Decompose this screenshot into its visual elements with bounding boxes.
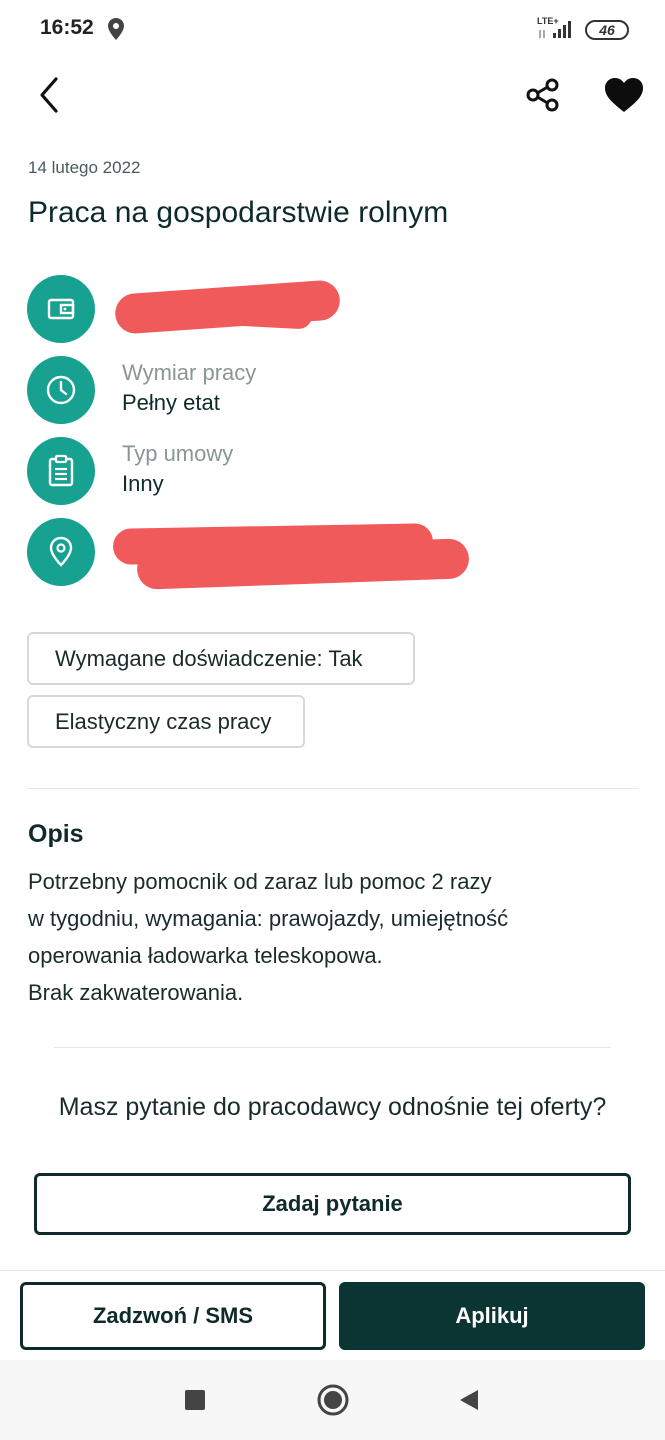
work-time-row: Wymiar pracy Pełny etat xyxy=(27,356,627,424)
clock-icon-circle xyxy=(27,356,95,424)
status-bar: 16:52 LTE+ 46 xyxy=(0,0,665,60)
call-sms-button[interactable]: Zadzwoń / SMS xyxy=(20,1282,326,1350)
ask-question-button[interactable]: Zadaj pytanie xyxy=(34,1173,631,1235)
job-title: Praca na gospodarstwie rolnym xyxy=(28,196,449,229)
description-line: w tygodniu, wymagania: prawojazdy, umiej… xyxy=(28,906,509,931)
description-line: Potrzebny pomocnik od zaraz lub pomoc 2 … xyxy=(28,869,492,894)
description-line: Brak zakwaterowania. xyxy=(28,980,244,1005)
apply-button[interactable]: Aplikuj xyxy=(339,1282,645,1350)
status-time: 16:52 xyxy=(40,16,94,39)
posting-date: 14 lutego 2022 xyxy=(28,158,141,177)
home-button[interactable] xyxy=(313,1380,353,1420)
wallet-icon xyxy=(47,298,75,320)
home-circle-icon xyxy=(317,1384,349,1416)
triangle-back-icon xyxy=(460,1390,478,1410)
battery-indicator: 46 xyxy=(585,20,629,40)
section-divider xyxy=(27,788,639,789)
employer-question-prompt: Masz pytanie do pracodawcy odnośnie tej … xyxy=(58,1093,607,1121)
contract-type-value: Inny xyxy=(122,471,164,496)
recent-apps-button[interactable] xyxy=(176,1382,214,1418)
experience-tag: Wymagane doświadczenie: Tak xyxy=(27,632,415,685)
favorite-button[interactable] xyxy=(598,70,650,120)
contract-type-row: Typ umowy Inny xyxy=(27,437,627,505)
location-row xyxy=(27,518,627,590)
call-sms-label: Zadzwoń / SMS xyxy=(92,1303,254,1328)
flexible-hours-tag: Elastyczny czas pracy xyxy=(27,695,305,748)
signal-icon: LTE+ xyxy=(537,16,579,41)
description-title: Opis xyxy=(28,820,84,848)
clipboard-icon xyxy=(48,454,74,487)
location-pin-icon xyxy=(49,536,73,567)
share-icon xyxy=(526,78,559,112)
salary-row xyxy=(27,275,627,343)
description-line: operowania ładowarka teleskopowa. xyxy=(28,943,383,968)
work-time-value: Pełny etat xyxy=(122,390,220,415)
wallet-icon-circle xyxy=(27,275,95,343)
location-icon-circle xyxy=(27,518,95,586)
chevron-left-icon xyxy=(40,77,58,113)
share-button[interactable] xyxy=(518,70,568,120)
apply-label: Aplikuj xyxy=(455,1303,529,1328)
square-icon xyxy=(185,1390,205,1410)
heart-icon xyxy=(605,78,643,112)
back-button[interactable] xyxy=(24,70,74,120)
clipboard-icon-circle xyxy=(27,437,95,505)
question-divider xyxy=(54,1047,611,1048)
back-nav-button[interactable] xyxy=(452,1382,486,1418)
contract-type-label: Typ umowy xyxy=(122,441,234,466)
flexible-hours-tag-label: Elastyczny czas pracy xyxy=(55,708,272,734)
work-time-label: Wymiar pracy xyxy=(122,360,257,385)
location-status-icon xyxy=(106,17,126,41)
experience-tag-label: Wymagane doświadczenie: Tak xyxy=(55,645,363,671)
ask-question-label: Zadaj pytanie xyxy=(262,1191,403,1216)
clock-icon xyxy=(46,375,76,405)
